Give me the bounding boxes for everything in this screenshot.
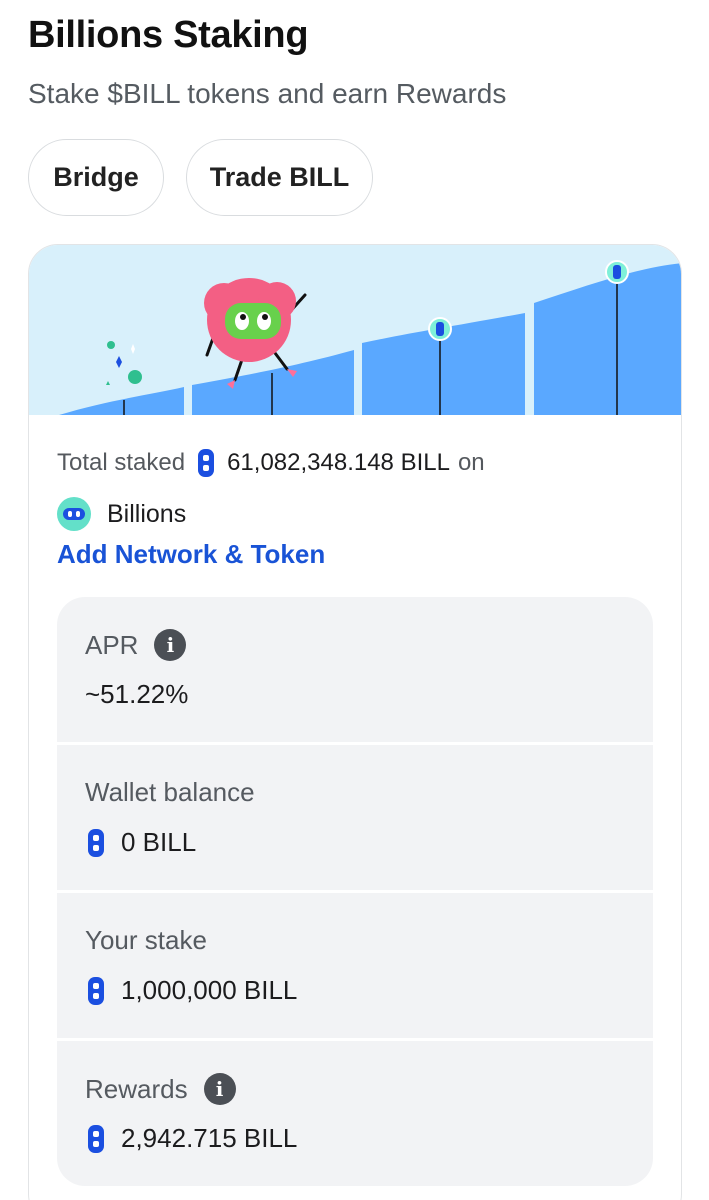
your-stake-label: Your stake [85,925,207,955]
page-subtitle: Stake $BILL tokens and earn Rewards [28,78,507,109]
total-staked-label: Total staked [57,449,186,476]
billions-network-logo [57,497,91,531]
bridge-button[interactable]: Bridge [28,139,164,216]
rewards-section: Rewards i 2,942.715 BILL [57,1041,653,1186]
network-row: Billions [57,497,186,531]
rewards-label: Rewards [85,1073,188,1104]
trade-bill-button[interactable]: Trade BILL [186,139,373,216]
staking-card: Total staked 61,082,348.148 BILL on Bill… [28,244,682,1200]
stats-panel: APR i ~51.22% Wallet balance 0 BILL Your… [57,597,653,1189]
info-icon[interactable]: i [203,1073,236,1105]
hero-illustration [29,245,681,415]
rewards-value: 2,942.715 BILL [121,1123,298,1153]
wallet-balance-section: Wallet balance 0 BILL [57,745,653,890]
wallet-balance-value: 0 BILL [121,827,197,857]
bill-token-icon [198,449,215,477]
bill-token-icon [88,976,104,1005]
total-staked-row: Total staked 61,082,348.148 BILL on [57,448,485,478]
add-network-token-link[interactable]: Add Network & Token [57,539,325,570]
bill-token-icon [88,1124,104,1153]
bill-token-icon [88,828,104,857]
apr-value: ~51.22% [85,679,189,709]
apr-label: APR [85,629,139,660]
info-icon[interactable]: i [154,629,187,661]
apr-section: APR i ~51.22% [57,597,653,742]
your-stake-value: 1,000,000 BILL [121,975,298,1005]
total-staked-amount: 61,082,348.148 BILL [227,449,450,476]
page-title: Billions Staking [28,14,309,56]
network-name: Billions [107,499,187,528]
your-stake-section: Your stake 1,000,000 BILL [57,893,653,1038]
wallet-balance-label: Wallet balance [85,777,255,807]
on-label: on [457,449,485,476]
